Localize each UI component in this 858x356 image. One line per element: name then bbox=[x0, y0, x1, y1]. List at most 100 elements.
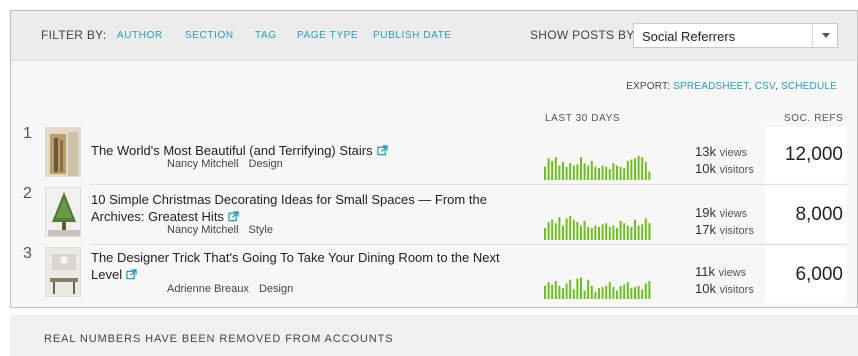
views-stat: 11k views bbox=[695, 264, 765, 281]
views-stat: 13k views bbox=[695, 144, 765, 161]
sparkline-bar bbox=[644, 218, 647, 240]
views-value: 13k bbox=[695, 144, 716, 159]
sparkline-bar bbox=[580, 277, 582, 299]
external-link-icon[interactable] bbox=[126, 269, 137, 280]
post-meta: Nancy Mitchell Design bbox=[167, 158, 283, 170]
sparkline-bar bbox=[554, 157, 557, 180]
sparkline-bar bbox=[619, 166, 622, 180]
post-stats: 11k views 10k visitors bbox=[695, 264, 765, 298]
sparkline-bar bbox=[623, 223, 626, 240]
views-value: 19k bbox=[695, 205, 716, 220]
post-thumbnail[interactable] bbox=[45, 247, 81, 297]
christmas-tree-image-icon bbox=[46, 188, 80, 236]
sparkline-bar bbox=[619, 220, 622, 240]
sparkline-bar bbox=[587, 165, 590, 180]
sparkline-bar bbox=[562, 162, 564, 180]
post-author[interactable]: Nancy Mitchell bbox=[167, 158, 239, 170]
sparkline-bar bbox=[590, 160, 593, 180]
sparkline-bar bbox=[612, 287, 615, 299]
sparkline-bar bbox=[569, 216, 572, 240]
column-header-soc-refs: SOC. REFS bbox=[784, 113, 844, 124]
sparkline-bar bbox=[587, 226, 590, 240]
external-link-icon[interactable] bbox=[228, 211, 239, 222]
post-row: 1 The World's Most Beautiful (and Terrif… bbox=[11, 125, 857, 185]
filter-section-link[interactable]: SECTION bbox=[185, 30, 234, 41]
sparkline-bar bbox=[637, 285, 640, 299]
report-panel: FILTER BY: AUTHOR SECTION TAG PAGE TYPE … bbox=[10, 10, 858, 308]
post-title-text[interactable]: The Designer Trick That's Going To Take … bbox=[91, 250, 500, 282]
sparkline-bar bbox=[594, 225, 597, 240]
post-thumbnail[interactable] bbox=[45, 127, 81, 177]
sparkline-bar bbox=[605, 285, 608, 299]
sparkline-bar bbox=[616, 165, 618, 180]
footer: REAL NUMBERS HAVE BEEN REMOVED FROM ACCO… bbox=[10, 315, 858, 356]
sparkline-bar bbox=[598, 168, 600, 180]
show-posts-by-select[interactable]: Social Referrers bbox=[633, 23, 838, 48]
sparkline-bar bbox=[626, 225, 629, 240]
post-section[interactable]: Design bbox=[249, 158, 283, 170]
soc-refs-cell: 6,000 bbox=[765, 247, 847, 303]
filter-by-label: FILTER BY: bbox=[41, 28, 107, 42]
post-title[interactable]: 10 Simple Christmas Decorating Ideas for… bbox=[91, 191, 506, 225]
sparkline-bar bbox=[623, 284, 626, 299]
post-row: 2 10 Simple Christmas Decorating Ideas f… bbox=[11, 184, 857, 245]
sparkline-bar bbox=[623, 168, 626, 180]
sparkline-bar bbox=[554, 281, 557, 299]
chevron-down-icon[interactable] bbox=[822, 33, 830, 38]
sparkline-bar bbox=[634, 219, 636, 240]
post-thumbnail[interactable] bbox=[45, 187, 81, 237]
post-author[interactable]: Adrienne Breaux bbox=[167, 283, 249, 295]
filter-tag-link[interactable]: TAG bbox=[255, 30, 277, 41]
sparkline-bar bbox=[641, 289, 644, 299]
sparkline-bar bbox=[590, 285, 593, 299]
post-section[interactable]: Design bbox=[259, 283, 293, 295]
sparkline-bar bbox=[626, 160, 629, 180]
views-label: views bbox=[719, 147, 748, 159]
views-value: 11k bbox=[695, 264, 715, 279]
trend-sparkline bbox=[544, 216, 651, 240]
sparkline-bar bbox=[626, 282, 629, 299]
sparkline-bar bbox=[565, 283, 568, 299]
sparkline-bar bbox=[616, 290, 618, 299]
post-title-text[interactable]: The World's Most Beautiful (and Terrifyi… bbox=[91, 143, 373, 158]
row-divider bbox=[91, 184, 847, 185]
export-csv-link[interactable]: CSV bbox=[755, 81, 775, 92]
footer-note: REAL NUMBERS HAVE BEEN REMOVED FROM ACCO… bbox=[44, 333, 394, 345]
filter-publish-date-link[interactable]: PUBLISH DATE bbox=[373, 30, 452, 41]
visitors-label: visitors bbox=[719, 225, 754, 237]
sparkline-bar bbox=[565, 218, 568, 240]
export-spreadsheet-link[interactable]: SPREADSHEET bbox=[673, 81, 749, 92]
select-divider bbox=[812, 24, 813, 47]
sparkline-bar bbox=[605, 223, 608, 240]
sparkline-bar bbox=[583, 220, 586, 240]
sparkline-bar bbox=[598, 288, 600, 299]
post-title[interactable]: The World's Most Beautiful (and Terrifyi… bbox=[91, 142, 506, 159]
export-schedule-link[interactable]: SCHEDULE bbox=[781, 81, 837, 92]
post-author[interactable]: Nancy Mitchell bbox=[167, 224, 239, 236]
stairs-image-icon bbox=[46, 128, 80, 176]
sparkline-bar bbox=[547, 158, 550, 180]
sparkline-bar bbox=[572, 219, 575, 240]
views-label: views bbox=[719, 208, 748, 220]
post-title-text[interactable]: 10 Simple Christmas Decorating Ideas for… bbox=[91, 192, 487, 224]
sparkline-bar bbox=[601, 287, 604, 299]
sparkline-bar bbox=[594, 291, 597, 299]
sparkline-bar bbox=[641, 224, 644, 240]
dining-room-image-icon bbox=[46, 248, 80, 296]
sparkline-bar bbox=[634, 287, 636, 299]
sparkline-bar bbox=[554, 223, 557, 240]
sparkline-bar bbox=[576, 278, 579, 299]
external-link-icon[interactable] bbox=[376, 145, 388, 156]
soc-refs-value: 6,000 bbox=[795, 264, 843, 285]
visitors-value: 10k bbox=[695, 161, 716, 176]
filter-page-type-link[interactable]: PAGE TYPE bbox=[297, 30, 358, 41]
sparkline-bar bbox=[562, 288, 564, 299]
filter-author-link[interactable]: AUTHOR bbox=[117, 30, 163, 41]
sparkline-bar bbox=[587, 279, 590, 299]
post-title[interactable]: The Designer Trick That's Going To Take … bbox=[91, 249, 506, 283]
sparkline-bar bbox=[580, 157, 582, 180]
sparkline-bar bbox=[605, 166, 608, 180]
post-section[interactable]: Style bbox=[249, 224, 273, 236]
sparkline-bar bbox=[583, 163, 586, 180]
sparkline-bar bbox=[576, 164, 579, 180]
